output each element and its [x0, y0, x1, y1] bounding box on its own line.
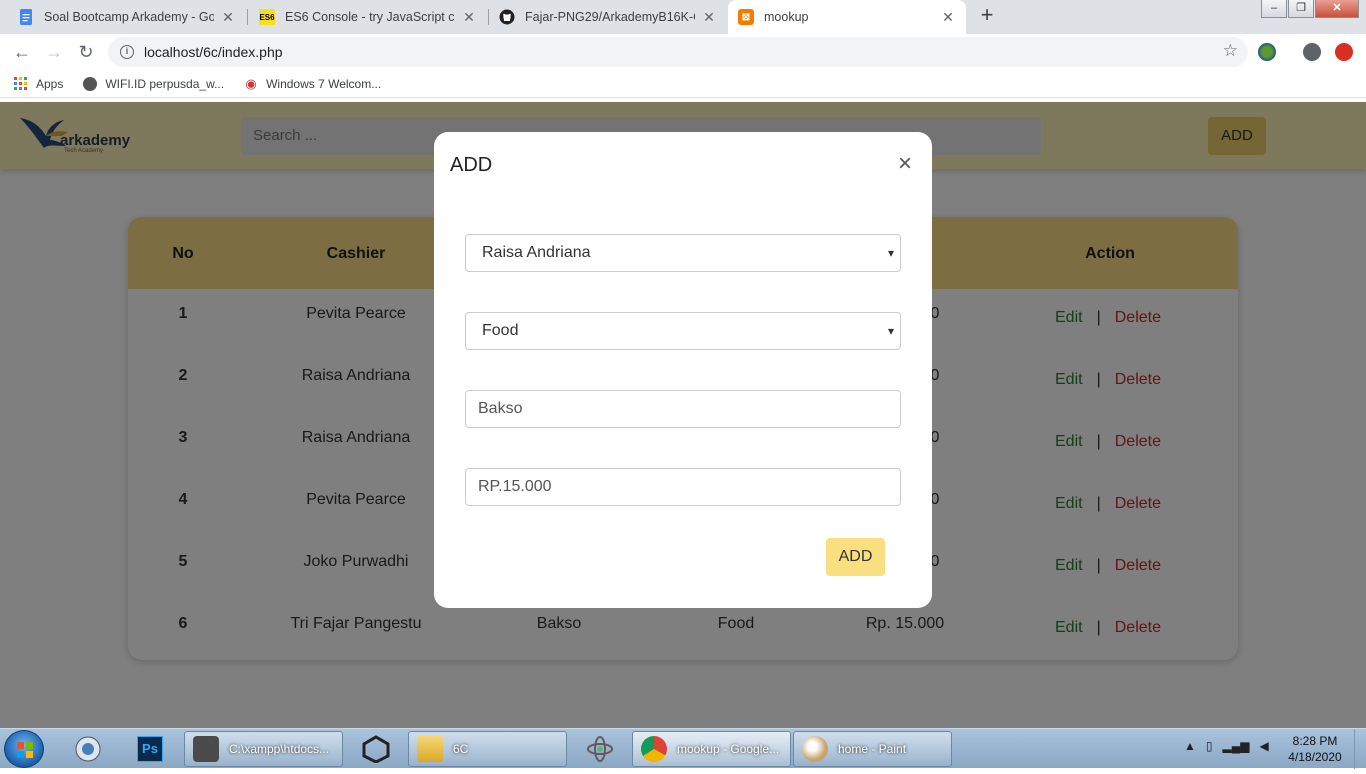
show-desktop-button[interactable]	[1354, 729, 1366, 769]
update-icon[interactable]	[1335, 43, 1353, 61]
github-icon	[499, 9, 515, 25]
xampp-icon: ⊠	[738, 9, 754, 25]
tab-github[interactable]: Fajar-PNG29/ArkademyB16K-C: S ✕	[489, 0, 727, 34]
tab-mookup[interactable]: ⊠ mookup ✕	[728, 0, 966, 34]
network-signal-icon[interactable]: ▂▄▆	[1223, 739, 1250, 753]
new-tab-button[interactable]: +	[976, 4, 998, 27]
address-bar[interactable]: i localhost/6c/index.php ☆	[108, 37, 1248, 67]
back-button[interactable]: ←	[10, 40, 34, 64]
close-icon[interactable]: ✕	[701, 9, 717, 26]
browser-toolbar: ← → ↻ i localhost/6c/index.php ☆	[0, 34, 1366, 70]
extension-icon[interactable]	[1258, 43, 1276, 61]
tab-title: ES6 Console - try JavaScript comp	[285, 10, 455, 24]
category-select[interactable]: Food	[465, 312, 901, 350]
clock-time: 8:28 PM	[1292, 734, 1338, 748]
minimize-button[interactable]: –	[1261, 0, 1287, 18]
tab-title: Soal Bootcamp Arkademy - Goog	[44, 10, 214, 24]
windows-taskbar: Ps C:\xampp\htdocs... 6C mookup - Google…	[0, 728, 1366, 769]
modal-title: ADD	[450, 154, 493, 176]
bookmark-label: WIFI.ID perpusda_w...	[105, 76, 225, 91]
atom-icon[interactable]	[576, 732, 624, 766]
close-window-button[interactable]: ✕	[1315, 0, 1359, 18]
tab-soal-bootcamp[interactable]: Soal Bootcamp Arkademy - Goog ✕	[8, 0, 246, 34]
taskbar-sublime[interactable]: C:\xampp\htdocs...	[184, 731, 343, 767]
modal-add-button[interactable]: ADD	[826, 538, 885, 576]
windows-logo-icon	[17, 742, 33, 758]
browser-tab-strip: Soal Bootcamp Arkademy - Goog ✕ ES6 ES6 …	[0, 0, 1366, 34]
taskbar-clock[interactable]: 8:28 PM 4/18/2020	[1282, 733, 1348, 765]
bookmark-windows7[interactable]: ◉ Windows 7 Welcom...	[244, 75, 382, 91]
taskbar-paint[interactable]: home - Paint	[793, 731, 952, 767]
show-hidden-icons-icon[interactable]: ▲	[1184, 739, 1196, 753]
taskbar-folder-6c[interactable]: 6C	[408, 731, 567, 767]
cashier-select[interactable]: Raisa Andriana	[465, 234, 901, 272]
bookmark-label: Apps	[36, 76, 64, 91]
unity-icon[interactable]	[352, 732, 400, 766]
tab-es6-console[interactable]: ES6 ES6 Console - try JavaScript comp ✕	[249, 0, 487, 34]
paint-icon	[802, 736, 828, 762]
taskbar-label: C:\xampp\htdocs...	[229, 742, 330, 756]
window-controls: – ❐ ✕	[1260, 0, 1359, 20]
url-text: localhost/6c/index.php	[144, 44, 283, 60]
globe-icon	[83, 76, 98, 91]
apps-grid-icon	[14, 76, 28, 91]
chrome-icon	[641, 736, 667, 762]
wifi-icon: ◉	[245, 75, 257, 91]
add-modal: ADD × Raisa Andriana Food Bakso RP.15.00…	[434, 132, 932, 608]
bookmark-wifi-id[interactable]: WIFI.ID perpusda_w...	[83, 76, 225, 91]
reload-button[interactable]: ↻	[74, 40, 98, 64]
modal-close-button[interactable]: ×	[898, 150, 912, 178]
close-icon[interactable]: ✕	[940, 9, 956, 26]
volume-icon[interactable]: ◀	[1259, 739, 1268, 753]
taskbar-chrome[interactable]: mookup - Google...	[632, 731, 791, 767]
forward-button[interactable]: →	[42, 40, 66, 64]
bookmark-apps[interactable]: Apps	[14, 76, 64, 91]
sublime-icon	[193, 736, 219, 762]
es6-icon: ES6	[259, 9, 275, 25]
tab-divider	[247, 9, 248, 25]
page-content: arkademy Tech Academy Search ... ADD No …	[0, 102, 1366, 728]
star-icon[interactable]: ☆	[1223, 41, 1238, 61]
battery-icon[interactable]: ▯	[1206, 739, 1213, 753]
product-input[interactable]: Bakso	[465, 390, 901, 428]
close-icon[interactable]: ✕	[461, 9, 477, 26]
maximize-button[interactable]: ❐	[1288, 0, 1314, 18]
price-input[interactable]: RP.15.000	[465, 468, 901, 506]
close-icon[interactable]: ✕	[220, 9, 236, 26]
bookmark-label: Windows 7 Welcom...	[266, 76, 382, 91]
taskbar-label: mookup - Google...	[677, 742, 780, 756]
taskbar-label: 6C	[453, 742, 469, 756]
remote-desktop-icon[interactable]	[64, 732, 112, 766]
system-tray: ▲ ▯ ▂▄▆ ◀	[1184, 739, 1269, 753]
photoshop-icon[interactable]: Ps	[126, 732, 174, 766]
folder-icon	[417, 736, 443, 762]
start-button[interactable]	[4, 730, 44, 768]
info-icon[interactable]: i	[120, 45, 134, 59]
google-docs-icon	[18, 9, 34, 25]
tab-title: mookup	[764, 10, 809, 24]
tab-title: Fajar-PNG29/ArkademyB16K-C: S	[525, 10, 695, 24]
taskbar-label: home - Paint	[838, 742, 907, 756]
clock-date: 4/18/2020	[1288, 750, 1342, 764]
bookmarks-bar: Apps WIFI.ID perpusda_w... ◉ Windows 7 W…	[0, 70, 1366, 98]
profile-icon[interactable]	[1303, 43, 1321, 61]
